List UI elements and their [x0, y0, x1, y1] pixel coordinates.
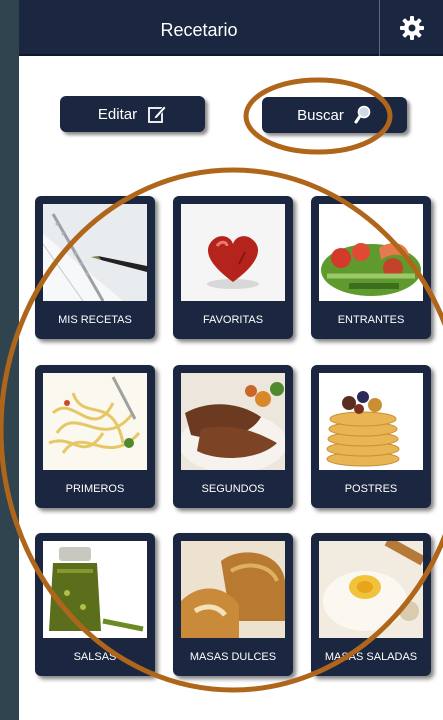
notebook-pen-photo: [43, 204, 147, 301]
red-heart-stone-photo: [181, 204, 285, 301]
category-postres[interactable]: POSTRES: [311, 365, 431, 508]
edit-button-label: Editar: [97, 105, 138, 123]
category-label: MIS RECETAS: [58, 314, 132, 326]
search-button-label: Buscar: [297, 106, 344, 124]
pesto-jar-photo: [43, 541, 147, 638]
sweet-bread-photo: [181, 541, 285, 638]
category-salsas[interactable]: SALSAS: [35, 533, 155, 676]
salad-shrimp-photo: [319, 204, 423, 301]
category-favoritas[interactable]: FAVORITAS: [173, 196, 293, 339]
gear-icon: [399, 16, 424, 40]
category-label: MASAS DULCES: [189, 651, 277, 663]
category-label: POSTRES: [344, 483, 398, 495]
category-entrantes[interactable]: ENTRANTES: [311, 196, 431, 339]
spaghetti-photo: [43, 373, 147, 470]
edit-button[interactable]: Editar: [60, 96, 205, 132]
category-label: FAVORITAS: [202, 314, 264, 326]
roast-meat-photo: [181, 373, 285, 470]
category-label: PRIMEROS: [65, 483, 125, 495]
category-mis-recetas[interactable]: MIS RECETAS: [35, 196, 155, 339]
category-label: SEGUNDOS: [201, 483, 265, 495]
page-title: Recetario: [160, 20, 238, 40]
category-primeros[interactable]: PRIMEROS: [35, 365, 155, 508]
category-label: MASAS SALADAS: [324, 651, 418, 663]
flour-egg-photo: [319, 541, 423, 638]
category-masas-saladas[interactable]: MASAS SALADAS: [311, 533, 431, 676]
pancakes-photo: [319, 373, 423, 470]
search-button[interactable]: Buscar: [262, 97, 407, 133]
app-screen: Recetario Editar Buscar MIS RECETAS FAVO…: [19, 0, 443, 720]
header-bar: Recetario: [19, 0, 443, 56]
category-label: ENTRANTES: [337, 314, 405, 326]
category-masas-dulces[interactable]: MASAS DULCES: [173, 533, 293, 676]
settings-button[interactable]: [380, 0, 443, 56]
edit-icon: [148, 105, 167, 123]
category-segundos[interactable]: SEGUNDOS: [173, 365, 293, 508]
search-icon: [354, 105, 371, 124]
category-label: SALSAS: [73, 651, 117, 663]
left-strip: [0, 0, 19, 720]
